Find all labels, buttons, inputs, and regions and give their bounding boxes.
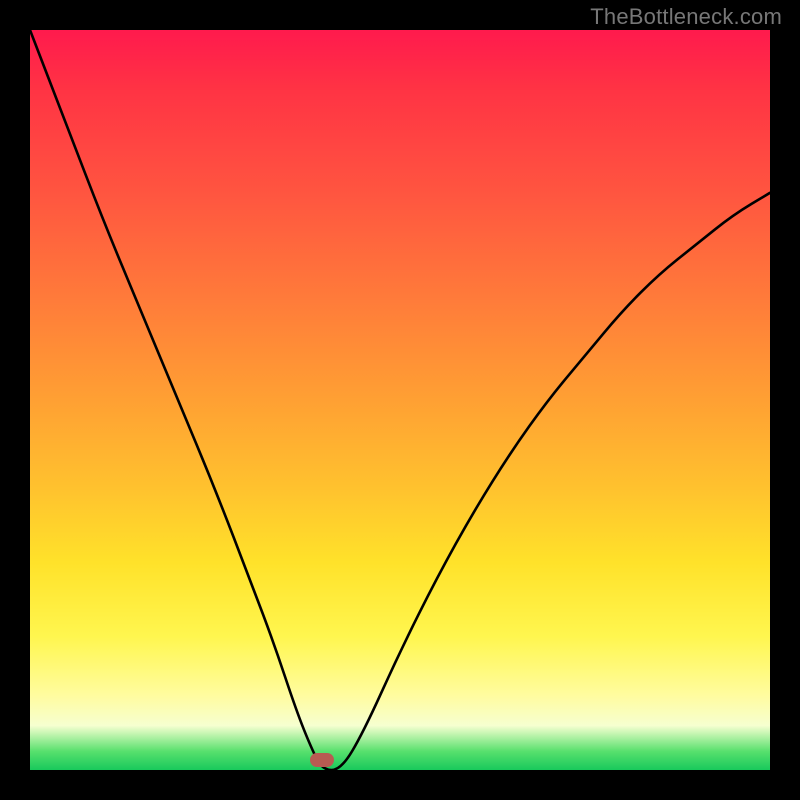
plot-area [30,30,770,770]
watermark-text: TheBottleneck.com [590,4,782,30]
bottleneck-curve-path [30,30,770,770]
chart-frame: TheBottleneck.com [0,0,800,800]
bottleneck-curve [30,30,770,770]
optimal-marker [310,753,334,767]
